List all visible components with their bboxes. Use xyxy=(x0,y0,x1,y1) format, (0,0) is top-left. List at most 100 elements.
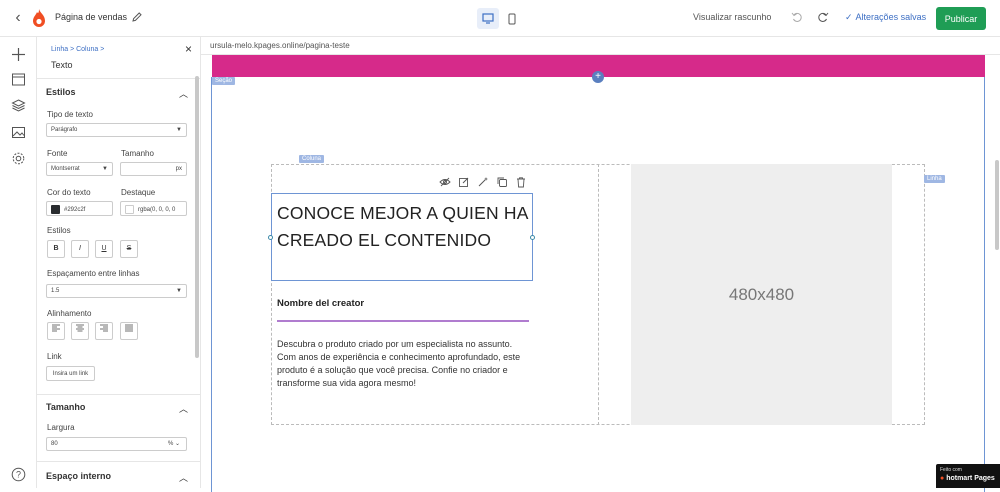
padding-section-header[interactable]: Espaço interno xyxy=(46,471,111,481)
panel-scrollbar[interactable] xyxy=(195,76,199,358)
italic-button[interactable]: I xyxy=(71,240,89,258)
saved-label: Alterações salvas xyxy=(855,12,927,22)
divider xyxy=(37,461,200,462)
image-icon[interactable] xyxy=(11,125,26,140)
chevron-up-icon[interactable]: ︿ xyxy=(179,87,188,100)
chevron-down-icon: ▼ xyxy=(176,127,182,133)
text-styles-label: Estilos xyxy=(47,226,71,235)
font-value: Montserrat xyxy=(51,166,80,172)
divider xyxy=(37,394,200,395)
panel-title: Texto xyxy=(51,60,73,70)
page-name[interactable]: Página de vendas xyxy=(55,12,127,22)
resize-handle[interactable] xyxy=(268,235,273,240)
width-value: 80 xyxy=(51,441,58,447)
strikethrough-button[interactable]: S xyxy=(120,240,138,258)
size-section-header[interactable]: Tamanho xyxy=(46,402,85,412)
trash-icon[interactable] xyxy=(515,175,527,188)
underline-button[interactable]: U xyxy=(95,240,113,258)
canvas-scrollbar[interactable] xyxy=(995,160,999,250)
text-type-label: Tipo de texto xyxy=(47,110,93,119)
preview-draft-link[interactable]: Visualizar rascunho xyxy=(693,12,771,22)
page-url: ursula-melo.kpages.online/pagina-teste xyxy=(210,41,350,50)
help-icon[interactable]: ? xyxy=(11,467,26,482)
align-center-icon xyxy=(76,324,84,332)
line-spacing-label: Espaçamento entre linhas xyxy=(47,269,140,278)
align-right-button[interactable] xyxy=(95,322,113,340)
duplicate-icon[interactable] xyxy=(496,175,508,187)
divider-line[interactable] xyxy=(277,320,529,322)
bold-button[interactable]: B xyxy=(47,240,65,258)
align-right-icon xyxy=(100,324,108,332)
text-type-select[interactable]: Parágrafo ▼ xyxy=(46,123,187,137)
column-divider xyxy=(598,164,599,425)
hotmart-pages-badge[interactable]: Feito com ● hotmart Pages xyxy=(936,464,1000,488)
breadcrumb[interactable]: Linha > Coluna > xyxy=(51,46,104,53)
svg-text:?: ? xyxy=(16,470,21,480)
badge-brand-text: ● hotmart Pages xyxy=(940,475,995,482)
font-size-input[interactable]: px xyxy=(120,162,187,176)
redo-icon[interactable] xyxy=(817,11,829,23)
width-input[interactable]: 80 % ⌄ xyxy=(46,437,187,451)
line-spacing-value: 1.5 xyxy=(51,288,60,294)
alignment-label: Alinhamento xyxy=(47,309,92,318)
color-swatch[interactable] xyxy=(125,205,134,214)
add-section-icon[interactable]: + xyxy=(592,71,604,83)
highlight-label: Destaque xyxy=(121,188,156,197)
undo-icon[interactable] xyxy=(791,11,803,23)
edit-icon[interactable] xyxy=(458,175,470,187)
creator-name-text[interactable]: Nombre del creator xyxy=(277,298,364,309)
layers-icon[interactable] xyxy=(11,98,26,113)
font-label: Fonte xyxy=(47,149,68,158)
badge-small-text: Feito com xyxy=(940,467,962,473)
size-unit: px xyxy=(175,166,182,172)
saved-status: ✓ Alterações salvas xyxy=(845,12,926,23)
styles-section-header[interactable]: Estilos xyxy=(46,87,76,97)
align-center-button[interactable] xyxy=(71,322,89,340)
left-toolbar: ? xyxy=(0,37,37,488)
align-justify-button[interactable] xyxy=(120,322,138,340)
hotmart-logo-icon xyxy=(33,9,45,27)
size-label: Tamanho xyxy=(121,149,154,158)
link-label: Link xyxy=(47,352,62,361)
properties-panel: Linha > Coluna > Texto × Estilos ︿ Tipo … xyxy=(37,37,201,488)
desktop-view-button[interactable] xyxy=(477,8,499,29)
column-tag[interactable]: Coluna xyxy=(299,155,325,163)
align-left-icon xyxy=(52,324,60,332)
hide-icon[interactable] xyxy=(439,175,451,187)
magic-wand-icon[interactable] xyxy=(477,175,489,187)
color-swatch[interactable] xyxy=(51,205,60,214)
font-select[interactable]: Montserrat ▼ xyxy=(46,162,113,176)
highlight-color-input[interactable]: rgba(0, 0, 0, 0 xyxy=(120,201,187,216)
mobile-icon xyxy=(508,13,516,24)
section-tag[interactable]: Seção xyxy=(212,77,236,85)
image-placeholder[interactable]: 480x480 xyxy=(631,164,892,425)
width-unit: % xyxy=(167,441,174,447)
text-color-input[interactable]: #292c2f xyxy=(46,201,113,216)
highlight-value: rgba(0, 0, 0, 0 xyxy=(138,207,176,214)
align-left-button[interactable] xyxy=(47,322,65,340)
add-icon[interactable] xyxy=(11,47,26,62)
image-placeholder-label: 480x480 xyxy=(728,284,795,304)
insert-link-button[interactable]: Insira um link xyxy=(46,366,95,381)
pencil-icon[interactable] xyxy=(131,11,143,23)
chevron-up-icon[interactable]: ︿ xyxy=(179,402,188,415)
desktop-icon xyxy=(482,13,494,24)
line-spacing-select[interactable]: 1.5 ▼ xyxy=(46,284,187,298)
text-type-value: Parágrafo xyxy=(51,127,78,133)
element-toolbar xyxy=(439,175,527,189)
chevron-up-icon[interactable]: ︿ xyxy=(179,471,188,484)
chevron-down-icon: ▼ xyxy=(102,166,108,172)
top-bar: ‹ Página de vendas Visualizar rascunho ✓… xyxy=(0,0,1000,37)
row-tag[interactable]: Linha xyxy=(924,175,945,183)
mobile-view-button[interactable] xyxy=(503,8,521,29)
text-color-label: Cor do texto xyxy=(47,188,91,197)
back-arrow-icon[interactable]: ‹ xyxy=(10,10,26,26)
headline-text[interactable]: CONOCE MEJOR A QUIEN HA CREADO EL CONTEN… xyxy=(277,200,531,253)
width-unit-select[interactable]: % ⌄ xyxy=(168,441,180,448)
description-text[interactable]: Descubra o produto criado por um especia… xyxy=(277,338,529,390)
divider xyxy=(37,78,200,79)
publish-button[interactable]: Publicar xyxy=(936,7,986,30)
layout-icon[interactable] xyxy=(11,72,26,87)
close-icon[interactable]: × xyxy=(185,42,192,56)
gear-icon[interactable] xyxy=(11,151,26,166)
